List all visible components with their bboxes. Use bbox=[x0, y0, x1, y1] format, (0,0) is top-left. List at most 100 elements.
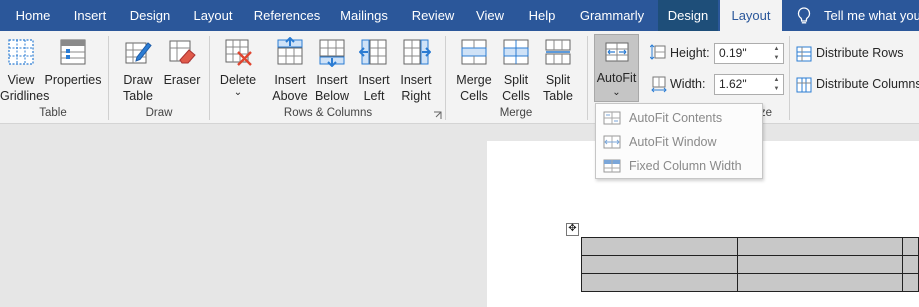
fixed-column-width-icon bbox=[603, 159, 621, 173]
menu-item-label: AutoFit Contents bbox=[629, 111, 723, 125]
eraser-button[interactable]: Eraser bbox=[162, 37, 202, 88]
table-cell[interactable] bbox=[902, 255, 919, 274]
autofit-dropdown-menu: AutoFit Contents AutoFit Window Fixed Co… bbox=[595, 103, 763, 179]
insert-right-icon bbox=[403, 39, 431, 65]
menu-item-autofit-contents[interactable]: AutoFit Contents bbox=[596, 106, 762, 130]
insert-left-icon bbox=[359, 39, 387, 65]
column-width-icon bbox=[651, 76, 667, 93]
row-height-icon bbox=[650, 44, 666, 60]
split-table-button[interactable]: Split Table bbox=[538, 37, 578, 104]
lightbulb-icon bbox=[797, 7, 811, 24]
width-field[interactable]: 1.62" ▲ ▼ bbox=[714, 74, 784, 95]
tab-design[interactable]: Design bbox=[122, 0, 178, 31]
distribute-columns-label: Distribute Columns bbox=[816, 77, 919, 91]
table-cell[interactable] bbox=[580, 273, 739, 292]
height-label: Height: bbox=[670, 46, 710, 60]
chevron-down-icon: ⌄ bbox=[612, 87, 621, 98]
tab-mailings[interactable]: Mailings bbox=[332, 0, 396, 31]
tab-help[interactable]: Help bbox=[520, 0, 564, 31]
insert-right-label-2: Right bbox=[401, 89, 431, 103]
chevron-down-icon: ⌄ bbox=[233, 87, 243, 98]
tab-grammarly[interactable]: Grammarly bbox=[572, 0, 652, 31]
split-cells-label-2: Cells bbox=[502, 89, 530, 103]
spin-down-icon[interactable]: ▼ bbox=[772, 85, 781, 93]
insert-above-button[interactable]: Insert Above bbox=[270, 37, 310, 104]
distribute-rows-icon bbox=[796, 46, 812, 62]
table-properties-icon bbox=[60, 39, 86, 65]
table-cell[interactable] bbox=[580, 255, 739, 274]
rows-columns-group-label: Rows & Columns bbox=[283, 107, 373, 119]
properties-label: Properties bbox=[44, 73, 102, 87]
height-field[interactable]: 0.19" ▲ ▼ bbox=[714, 43, 784, 64]
width-value: 1.62" bbox=[719, 77, 747, 91]
autofit-icon bbox=[605, 42, 629, 62]
insert-below-button[interactable]: Insert Below bbox=[312, 37, 352, 104]
width-label: Width: bbox=[670, 77, 706, 91]
insert-left-label-1: Insert bbox=[358, 73, 390, 87]
insert-left-label-2: Left bbox=[363, 89, 385, 103]
table-group-label: Table bbox=[39, 107, 67, 119]
insert-right-label-1: Insert bbox=[400, 73, 432, 87]
draw-group-label: Draw bbox=[145, 107, 173, 119]
tab-references[interactable]: References bbox=[248, 0, 326, 31]
tab-table-design[interactable]: Design bbox=[658, 0, 718, 31]
group-divider bbox=[789, 36, 790, 120]
eraser-icon bbox=[169, 40, 196, 64]
height-value: 0.19" bbox=[719, 46, 747, 60]
draw-table-button[interactable]: Draw Table bbox=[114, 37, 162, 104]
group-divider bbox=[209, 36, 210, 120]
spin-up-icon[interactable]: ▲ bbox=[772, 45, 781, 53]
merge-cells-icon bbox=[461, 39, 487, 65]
split-cells-icon bbox=[503, 39, 529, 65]
merge-cells-label-2: Cells bbox=[460, 89, 488, 103]
tab-view[interactable]: View bbox=[468, 0, 512, 31]
insert-above-label-1: Insert bbox=[274, 73, 306, 87]
table-cell[interactable] bbox=[902, 237, 919, 256]
delete-button[interactable]: Delete ⌄ bbox=[216, 37, 260, 98]
eraser-label: Eraser bbox=[163, 73, 201, 87]
table-cell[interactable] bbox=[902, 273, 919, 292]
view-gridlines-label-2: Gridlines bbox=[0, 89, 50, 103]
split-cells-button[interactable]: Split Cells bbox=[496, 37, 536, 104]
table-cell[interactable] bbox=[580, 237, 739, 256]
delete-label: Delete bbox=[219, 73, 257, 87]
view-gridlines-button[interactable]: View Gridlines bbox=[0, 37, 50, 104]
split-table-label-1: Split bbox=[545, 73, 571, 87]
ribbon-panel: View Gridlines Properties Table Draw Tab… bbox=[0, 31, 919, 124]
menu-item-fixed-column-width[interactable]: Fixed Column Width bbox=[596, 154, 762, 178]
table-move-handle-icon[interactable]: ✥ bbox=[566, 223, 579, 236]
gridlines-icon bbox=[8, 39, 34, 65]
tab-home[interactable]: Home bbox=[6, 0, 60, 31]
insert-left-button[interactable]: Insert Left bbox=[354, 37, 394, 104]
menu-item-label: AutoFit Window bbox=[629, 135, 717, 149]
menu-item-label: Fixed Column Width bbox=[629, 159, 742, 173]
menu-item-autofit-window[interactable]: AutoFit Window bbox=[596, 130, 762, 154]
split-table-icon bbox=[545, 39, 571, 65]
draw-table-pencil-icon bbox=[125, 42, 152, 64]
autofit-button[interactable]: AutoFit ⌄ bbox=[594, 34, 639, 102]
autofit-contents-icon bbox=[603, 111, 621, 125]
tab-review[interactable]: Review bbox=[404, 0, 462, 31]
merge-cells-button[interactable]: Merge Cells bbox=[452, 37, 496, 104]
table-row bbox=[580, 237, 919, 256]
tab-insert[interactable]: Insert bbox=[64, 0, 116, 31]
tab-table-layout[interactable]: Layout bbox=[720, 0, 782, 31]
table-cell[interactable] bbox=[737, 273, 904, 292]
insert-below-icon bbox=[319, 39, 345, 67]
table-cell[interactable] bbox=[737, 255, 904, 274]
dialog-launcher-icon[interactable] bbox=[433, 111, 442, 120]
merge-cells-label-1: Merge bbox=[456, 73, 492, 87]
view-gridlines-label-1: View bbox=[7, 73, 35, 87]
insert-above-label-2: Above bbox=[272, 89, 308, 103]
document-table[interactable] bbox=[580, 237, 919, 292]
properties-button[interactable]: Properties bbox=[44, 37, 102, 88]
spin-down-icon[interactable]: ▼ bbox=[772, 54, 781, 62]
merge-group-label: Merge bbox=[499, 107, 533, 119]
draw-table-label-1: Draw bbox=[123, 73, 153, 87]
spin-up-icon[interactable]: ▲ bbox=[772, 76, 781, 84]
table-row bbox=[580, 255, 919, 274]
tab-layout[interactable]: Layout bbox=[184, 0, 242, 31]
split-cells-label-1: Split bbox=[503, 73, 529, 87]
insert-right-button[interactable]: Insert Right bbox=[396, 37, 436, 104]
table-cell[interactable] bbox=[737, 237, 904, 256]
